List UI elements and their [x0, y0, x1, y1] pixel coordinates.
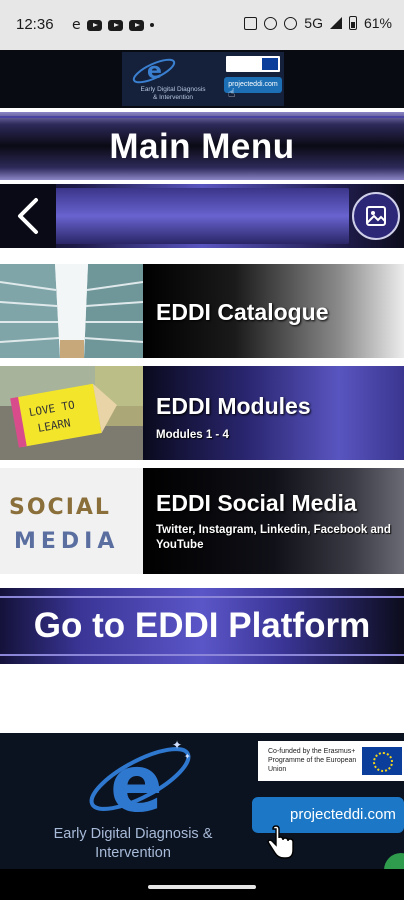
social-media-thumbnail: SOCIAL MEDIA [0, 468, 143, 574]
catalogue-thumbnail [0, 264, 143, 358]
eddi-logo-icon: e ✦ ✦ [89, 738, 191, 821]
youtube-icon [86, 19, 102, 31]
menu-item-label: EDDI Catalogue [156, 299, 329, 325]
svg-text:e: e [147, 59, 162, 84]
svg-text:e: e [110, 740, 163, 821]
menu-item-modules[interactable]: LOVE TO LEARN EDDI Modules Modules 1 - 4 [0, 366, 404, 460]
menu-item-social-media[interactable]: SOCIAL MEDIA EDDI Social Media Twitter, … [0, 468, 404, 574]
social-media-image: SOCIAL MEDIA [0, 468, 143, 574]
url-button-label: projecteddi.com [290, 806, 396, 823]
notification-e-icon: e [72, 17, 81, 33]
social-thumbnail-text-2: MEDIA [14, 529, 119, 554]
battery-icon [348, 16, 357, 30]
notification-icons: e [72, 17, 154, 33]
platform-button-label: Go to EDDI Platform [33, 606, 371, 645]
eu-logo-small [226, 56, 280, 72]
image-gallery-icon [366, 206, 386, 226]
menu-item-subtitle: Twitter, Instagram, Linkedin, Facebook a… [156, 524, 391, 551]
top-banner[interactable]: e Early Digital Diagnosis & Intervention… [0, 50, 404, 108]
youtube-icon [128, 19, 144, 31]
gesture-navigation-bar [0, 869, 404, 900]
top-banner-caption: Early Digital Diagnosis & Intervention [140, 86, 206, 101]
network-type: 5G [304, 15, 323, 31]
bottom-banner-caption: Early Digital Diagnosis & Intervention [53, 826, 213, 861]
bottom-banner[interactable]: e ✦ ✦ Early Digital Diagnosis & Interven… [0, 733, 404, 887]
hand-pointer-icon [267, 825, 294, 859]
back-arrow-icon [18, 198, 38, 234]
go-to-platform-button[interactable]: Go to EDDI Platform [0, 588, 404, 664]
library-image [0, 264, 143, 358]
more-notifications-icon [149, 23, 154, 27]
svg-text:✦: ✦ [184, 752, 191, 761]
do-not-disturb-icon [284, 16, 298, 30]
eddi-logo-icon: e [132, 58, 176, 84]
love-to-learn-image: LOVE TO LEARN [0, 366, 143, 460]
system-icons: 5G 61% [244, 15, 392, 31]
cast-icon [244, 16, 258, 30]
modules-panel: EDDI Modules Modules 1 - 4 [143, 366, 404, 460]
social-thumbnail-text-1: SOCIAL [9, 495, 111, 520]
eu-flag-icon [362, 747, 402, 775]
svg-text:✦: ✦ [172, 738, 182, 752]
eu-funding-card: Co-funded by the Erasmus+ Programme of t… [258, 741, 404, 781]
menu-item-label: EDDI Social Media [156, 490, 357, 516]
header-bar: Main Menu [0, 112, 404, 180]
back-button[interactable] [0, 184, 56, 248]
social-panel: EDDI Social Media Twitter, Instagram, Li… [143, 468, 404, 574]
hand-pointer-icon: ☝ [228, 86, 236, 100]
signal-icon [329, 17, 342, 29]
status-bar: 12:36 e 5G 61% [0, 0, 404, 50]
menu-item-subtitle: Modules 1 - 4 [156, 429, 229, 441]
home-gesture-handle[interactable] [148, 885, 256, 889]
battery-level: 61% [363, 15, 392, 31]
status-time: 12:36 [16, 16, 54, 33]
modules-thumbnail: LOVE TO LEARN [0, 366, 143, 460]
nav-bar [0, 184, 404, 248]
page-title: Main Menu [109, 127, 295, 166]
menu-item-label: EDDI Modules [156, 393, 311, 419]
eu-funding-text: Co-funded by the Erasmus+ Programme of t… [268, 748, 357, 773]
catalogue-panel: EDDI Catalogue [143, 264, 404, 358]
gallery-button[interactable] [352, 192, 400, 240]
menu-item-catalogue[interactable]: EDDI Catalogue [0, 264, 404, 358]
mute-icon [264, 16, 278, 30]
youtube-icon [107, 19, 123, 31]
top-banner-card[interactable]: e Early Digital Diagnosis & Intervention… [122, 52, 284, 106]
